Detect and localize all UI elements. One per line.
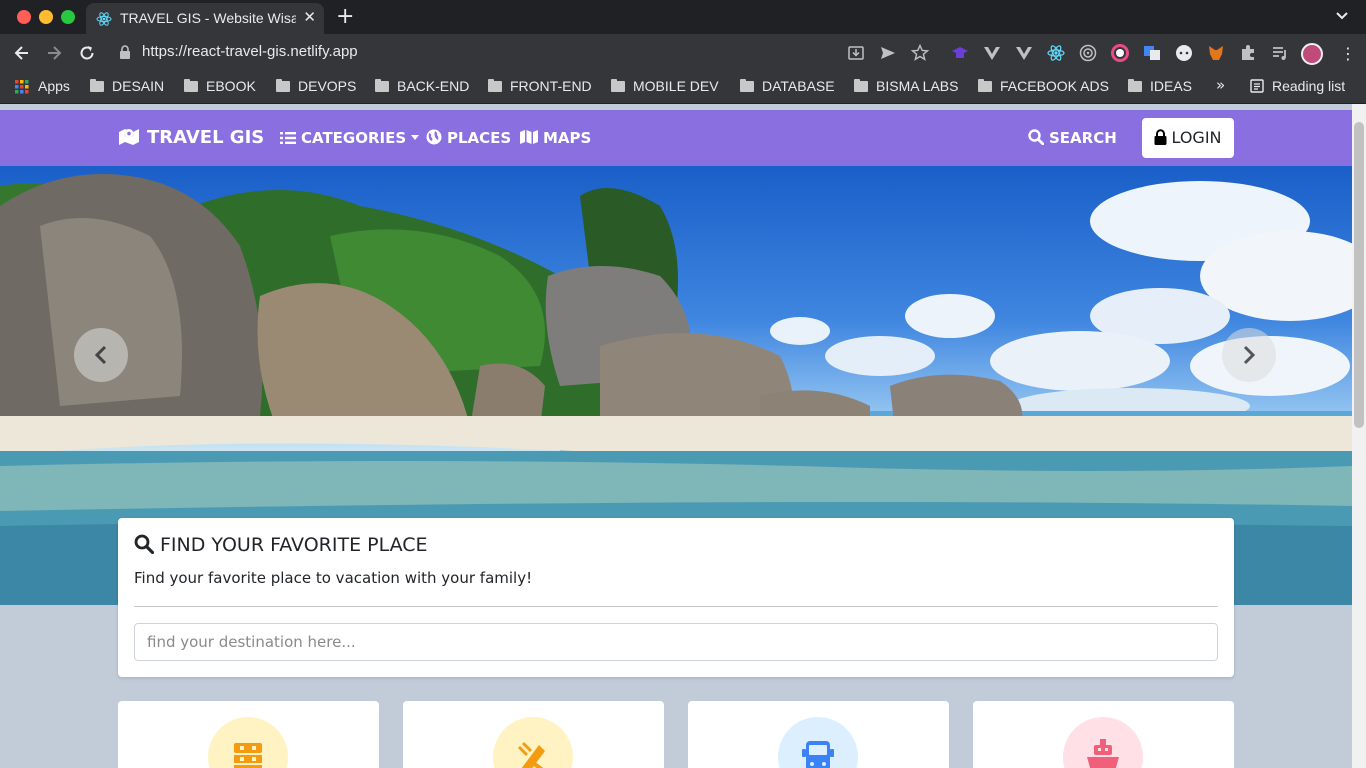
profile-avatar[interactable] (1301, 43, 1323, 65)
carousel-prev-button[interactable] (74, 328, 128, 382)
globe-icon (426, 129, 442, 145)
find-subtitle: Find your favorite place to vacation wit… (134, 569, 533, 587)
category-card-cruise[interactable] (973, 701, 1234, 768)
bookmark-folder[interactable]: DESAIN (90, 78, 164, 94)
browser-tab[interactable]: TRAVEL GIS - Website Wisata ✕ (86, 3, 324, 34)
tab-title: TRAVEL GIS - Website Wisata (120, 10, 296, 26)
folder-icon (1128, 79, 1142, 92)
bookmark-folder[interactable]: IDEAS (1128, 78, 1192, 94)
category-card-transport[interactable] (688, 701, 949, 768)
map-icon (520, 130, 538, 144)
bookmark-apps[interactable]: Apps (38, 78, 70, 94)
forward-arrow-icon[interactable] (44, 43, 64, 63)
folder-icon (90, 79, 104, 92)
folder-icon (488, 79, 502, 92)
folder-icon (740, 79, 754, 92)
google-translate-icon[interactable] (1142, 43, 1162, 63)
lock-icon[interactable] (118, 44, 132, 60)
caret-down-icon (411, 135, 420, 140)
tab-search-chevron-icon[interactable] (1334, 6, 1350, 24)
search-icon (134, 534, 155, 555)
find-place-card: FIND YOUR FAVORITE PLACE Find your favor… (118, 518, 1234, 677)
folder-icon (184, 79, 198, 92)
nav-maps[interactable]: MAPS (520, 129, 591, 147)
metamask-fox-icon[interactable] (1206, 43, 1226, 63)
site-brand[interactable]: TRAVEL GIS (117, 126, 264, 148)
nav-categories[interactable]: CATEGORIES (280, 129, 420, 147)
back-arrow-icon[interactable] (12, 43, 32, 63)
more-bookmarks-button[interactable]: » (1216, 76, 1225, 94)
folder-icon (611, 79, 625, 92)
bookmark-star-icon[interactable] (910, 43, 930, 63)
reload-icon[interactable] (77, 43, 97, 63)
lock-icon (1154, 129, 1167, 145)
nav-search[interactable]: SEARCH (1028, 129, 1117, 147)
reading-list-button[interactable]: Reading list (1272, 78, 1345, 94)
folder-icon (276, 79, 290, 92)
site-navbar: TRAVEL GIS CATEGORIES PLACES MAPS SEARCH… (0, 110, 1352, 166)
login-button[interactable]: LOGIN (1142, 118, 1234, 158)
bookmark-folder[interactable]: BISMA LABS (854, 78, 958, 94)
reading-list-icon (1250, 79, 1264, 93)
new-tab-button[interactable]: + (336, 4, 354, 29)
install-app-icon[interactable] (846, 43, 866, 63)
category-icon-circle (778, 717, 858, 768)
chevron-right-icon (1243, 345, 1256, 365)
bookmark-folder[interactable]: DEVOPS (276, 78, 356, 94)
chevron-left-icon (94, 345, 107, 365)
react-favicon-icon (96, 12, 112, 26)
folder-icon (854, 79, 868, 92)
nav-places[interactable]: PLACES (426, 129, 511, 147)
bookmark-folder[interactable]: EBOOK (184, 78, 256, 94)
apps-grid-icon[interactable] (15, 80, 29, 94)
scrollbar-thumb[interactable] (1354, 122, 1364, 428)
vue-devtools-icon[interactable] (982, 43, 1002, 63)
bookmark-folder[interactable]: FRONT-END (488, 78, 592, 94)
category-card-hotel[interactable] (118, 701, 379, 768)
target-extension-icon[interactable] (1078, 43, 1098, 63)
folder-icon (375, 79, 389, 92)
category-card-food[interactable] (403, 701, 664, 768)
list-icon (280, 132, 296, 144)
browser-menu-icon[interactable]: ⋮ (1340, 44, 1356, 63)
search-icon (1028, 129, 1045, 146)
hotel-icon (234, 743, 262, 768)
page-viewport: TRAVEL GIS CATEGORIES PLACES MAPS SEARCH… (0, 104, 1352, 768)
vue-extension-icon[interactable] (1014, 43, 1034, 63)
food-icon (517, 741, 545, 768)
bookmark-folder[interactable]: DATABASE (740, 78, 835, 94)
bus-icon (802, 741, 834, 768)
minimize-window-button[interactable] (39, 10, 53, 24)
browser-tabstrip: TRAVEL GIS - Website Wisata ✕ + (0, 0, 1366, 34)
folder-icon (978, 79, 992, 92)
tab-close-icon[interactable]: ✕ (303, 8, 316, 26)
address-bar[interactable]: https://react-travel-gis.netlify.app (142, 43, 358, 60)
media-queue-icon[interactable] (1270, 43, 1290, 63)
extensions-puzzle-icon[interactable] (1238, 43, 1258, 63)
category-icon-circle (208, 717, 288, 768)
category-icon-circle (1063, 717, 1143, 768)
bookmark-folder[interactable]: FACEBOOK ADS (978, 78, 1109, 94)
category-icon-circle (493, 717, 573, 768)
graduation-extension-icon[interactable] (950, 43, 970, 63)
dots-extension-icon[interactable] (1174, 43, 1194, 63)
color-picker-icon[interactable] (1110, 43, 1130, 63)
react-devtools-icon[interactable] (1046, 43, 1066, 63)
bookmark-folder[interactable]: BACK-END (375, 78, 469, 94)
send-icon[interactable] (878, 43, 898, 63)
bookmark-folder[interactable]: MOBILE DEV (611, 78, 719, 94)
find-title: FIND YOUR FAVORITE PLACE (134, 534, 428, 556)
destination-search-input[interactable] (134, 623, 1218, 661)
ship-icon (1087, 739, 1119, 768)
browser-toolbar: https://react-travel-gis.netlify.app 2 (0, 34, 1366, 100)
close-window-button[interactable] (17, 10, 31, 24)
carousel-next-button[interactable] (1222, 328, 1276, 382)
divider (134, 606, 1218, 607)
map-marker-icon (119, 129, 139, 145)
maximize-window-button[interactable] (61, 10, 75, 24)
bookmarks-bar: Apps DESAIN EBOOK DEVOPS BACK-END FRONT-… (0, 72, 1366, 104)
